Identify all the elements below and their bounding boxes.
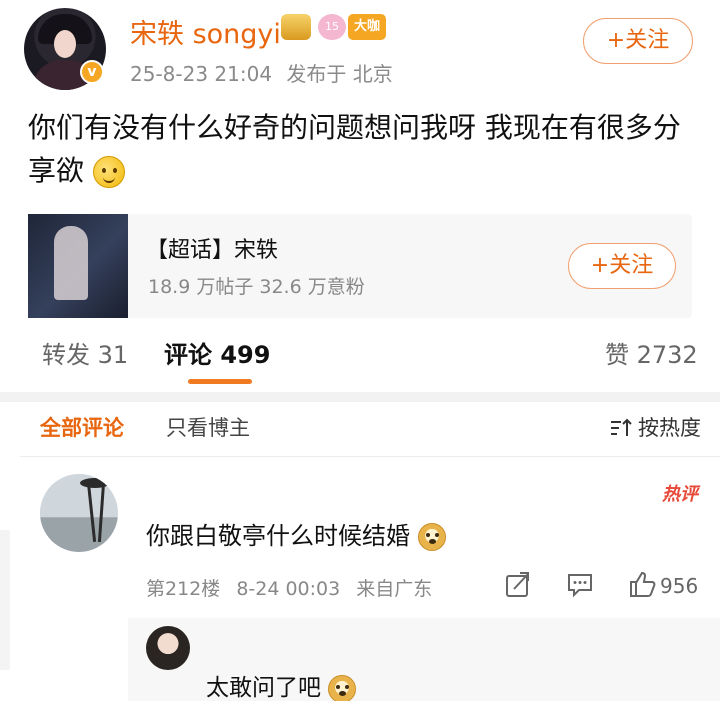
- author-name[interactable]: 宋轶 songyi: [130, 12, 281, 51]
- topic-stats: 18.9 万帖子 32.6 万意粉: [148, 276, 365, 298]
- sort-by-hot[interactable]: 按热度: [610, 412, 701, 442]
- filter-divider: [20, 456, 720, 457]
- avatar-palm-leaves: [80, 478, 110, 488]
- commenter-name[interactable]: [148, 478, 212, 502]
- post-location: 发布于 北京: [286, 62, 393, 86]
- thumbs-up-icon: [630, 571, 656, 597]
- smile-emoji-icon: [92, 156, 125, 188]
- replier-avatar[interactable]: [146, 626, 190, 670]
- like-count: 956: [660, 574, 699, 598]
- like-button[interactable]: 956: [628, 570, 708, 600]
- follow-author-button[interactable]: +关注: [583, 18, 693, 64]
- thumbnail-title-art: [94, 232, 120, 270]
- reply-text-row: 太敢问了吧: [206, 668, 357, 701]
- thumbnail-figure: [54, 226, 88, 300]
- reply-text: 太敢问了吧: [206, 675, 321, 701]
- hot-comment-badge: 热评: [662, 484, 698, 505]
- reply-icon[interactable]: [567, 570, 593, 600]
- tab-comment[interactable]: 评论 499: [164, 335, 270, 370]
- replier-name[interactable]: [206, 632, 270, 656]
- tab-repost[interactable]: 转发 31: [42, 335, 128, 370]
- post-text: 你们有没有什么好奇的问题想问我呀 我现在有很多分享欲: [28, 111, 681, 187]
- verified-icon: v: [80, 60, 104, 84]
- comment-source: 来自广东: [356, 578, 433, 600]
- follow-topic-button[interactable]: +关注: [568, 243, 676, 289]
- avatar-palm-tree: [97, 481, 106, 543]
- comment-text: 你跟白敬亭什么时候结婚: [146, 522, 410, 550]
- topic-title: 【超话】宋轶: [146, 238, 279, 263]
- filter-host-only[interactable]: 只看博主: [166, 412, 250, 442]
- sort-label: 按热度: [638, 416, 701, 440]
- post-meta: 25-8-23 21:04 发布于 北京: [130, 58, 401, 87]
- post-body: 你们有没有什么好奇的问题想问我呀 我现在有很多分享欲: [28, 106, 688, 192]
- section-divider: [0, 392, 720, 402]
- left-edge-strip: [0, 530, 10, 670]
- crown-badge-icon: [281, 14, 311, 40]
- comment-floor: 第212楼: [146, 578, 221, 600]
- comment-time: 8-24 00:03: [236, 578, 341, 600]
- commenter-avatar[interactable]: [40, 474, 118, 552]
- big-v-badge-icon: 大咖: [348, 14, 386, 40]
- comment-text-row: 你跟白敬亭什么时候结婚: [146, 516, 446, 551]
- doge-emoji-icon: [328, 674, 357, 701]
- tab-like[interactable]: 赞 2732: [605, 335, 698, 370]
- comment-meta: 第212楼 8-24 00:03 来自广东: [146, 574, 442, 601]
- avatar-palm-tree: [86, 482, 97, 542]
- sort-icon: [611, 418, 632, 436]
- active-tab-indicator: [188, 379, 252, 384]
- avatar-face: [54, 30, 76, 58]
- level-badge-icon: 15: [318, 14, 346, 40]
- topic-thumbnail: [28, 214, 128, 318]
- post-tabs: 转发 31 评论 499 赞 2732: [0, 335, 720, 391]
- post-timestamp: 25-8-23 21:04: [130, 62, 273, 86]
- doge-emoji-icon: [417, 523, 446, 551]
- filter-all-comments[interactable]: 全部评论: [40, 412, 124, 442]
- share-icon[interactable]: [505, 570, 531, 600]
